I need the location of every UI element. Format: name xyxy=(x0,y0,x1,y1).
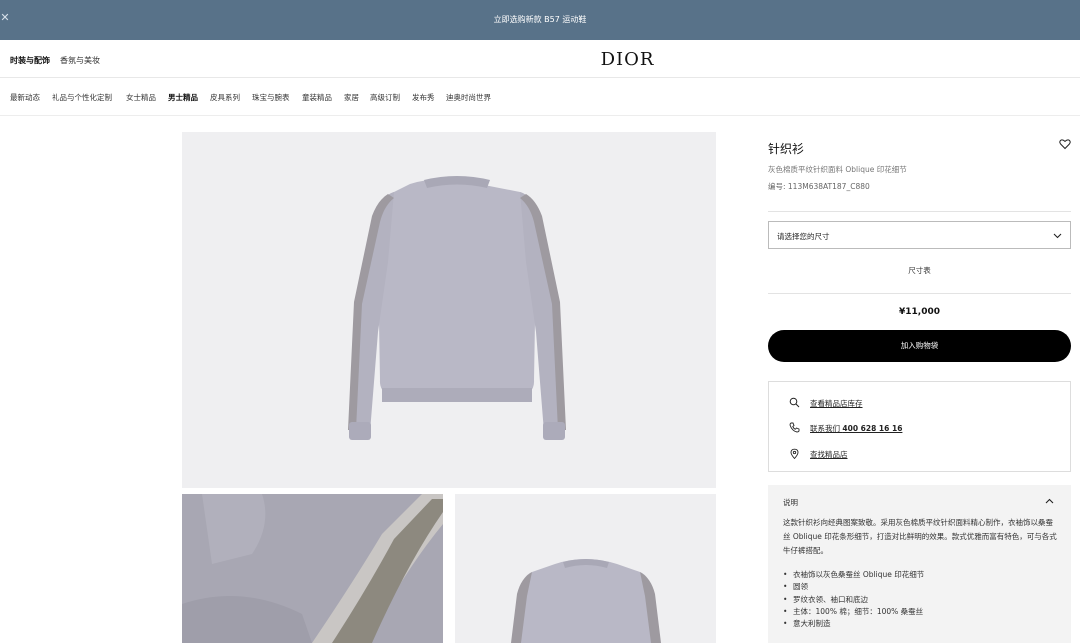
nav-item-women[interactable]: 女士精品 xyxy=(126,92,156,103)
nav-item-new[interactable]: 最新动态 xyxy=(10,92,40,103)
divider xyxy=(768,211,1071,212)
promo-text[interactable]: 立即选购新款 B57 运动鞋 xyxy=(0,14,1080,25)
list-item: 衣袖饰以灰色桑蚕丝 Oblique 印花细节 xyxy=(783,569,1058,582)
contact-us-link[interactable]: 联系我们 400 628 16 16 xyxy=(810,423,902,434)
chevron-down-icon xyxy=(1053,233,1062,239)
sweater-front-image xyxy=(348,176,566,440)
product-reference: 编号: 113M638AT187_C880 xyxy=(768,182,870,191)
phone-number[interactable]: 400 628 16 16 xyxy=(842,424,902,433)
site-header: 时装与配饰 香氛与美妆 DIOR xyxy=(0,40,1080,78)
sleeve-detail-image xyxy=(182,494,443,643)
nav-item-jewelry[interactable]: 珠宝与腕表 xyxy=(252,92,290,103)
heart-icon[interactable] xyxy=(1059,138,1071,150)
description-bullets: 衣袖饰以灰色桑蚕丝 Oblique 印花细节 圆领 罗纹衣领、袖口和底边 主体：… xyxy=(783,569,1058,631)
dior-logo[interactable]: DIOR xyxy=(0,49,1080,70)
description-title[interactable]: 说明 xyxy=(783,497,798,508)
list-item: 主体：100% 棉；细节：100% 桑蚕丝 xyxy=(783,606,1058,619)
nav-item-couture[interactable]: 高级订制 xyxy=(370,92,400,103)
chevron-up-icon[interactable] xyxy=(1045,497,1054,506)
description-panel: 说明 这款针织衫向经典图案致敬。采用灰色棉质平纹针织面料精心制作，衣袖饰以桑蚕丝… xyxy=(768,485,1071,643)
size-select-label: 请选择您的尺寸 xyxy=(777,232,830,241)
phone-icon xyxy=(789,422,800,433)
nav-item-men[interactable]: 男士精品 xyxy=(168,92,198,103)
nav-item-kids[interactable]: 童装精品 xyxy=(302,92,332,103)
product-price: ¥11,000 xyxy=(899,307,940,317)
location-pin-icon xyxy=(790,448,799,459)
check-store-stock-link[interactable]: 查看精品店库存 xyxy=(810,398,863,409)
nav-item-home[interactable]: 家居 xyxy=(344,92,359,103)
find-boutique-link[interactable]: 查找精品店 xyxy=(810,449,848,460)
product-image-detail[interactable] xyxy=(182,494,443,643)
sweater-back-image xyxy=(511,559,661,643)
nav-item-shows[interactable]: 发布秀 xyxy=(412,92,435,103)
divider xyxy=(768,293,1071,294)
product-image-back[interactable] xyxy=(455,494,716,643)
nav-item-leather[interactable]: 皮具系列 xyxy=(210,92,240,103)
search-icon xyxy=(789,397,800,408)
store-services-box: 查看精品店库存 联系我们 400 628 16 16 查找精品店 xyxy=(768,381,1071,472)
product-subtitle: 灰色棉质平纹针织面料 Oblique 印花细节 xyxy=(768,165,907,174)
promo-bar: ✕ 立即选购新款 B57 运动鞋 xyxy=(0,0,1080,40)
size-select[interactable]: 请选择您的尺寸 xyxy=(768,221,1071,249)
nav-item-gifts[interactable]: 礼品与个性化定制 xyxy=(52,92,112,103)
product-image-main[interactable] xyxy=(182,132,716,488)
size-guide-link[interactable]: 尺寸表 xyxy=(768,265,1071,276)
list-item: 意大利制造 xyxy=(783,618,1058,631)
product-title: 针织衫 xyxy=(768,142,805,156)
add-to-bag-button[interactable]: 加入购物袋 xyxy=(768,330,1071,362)
list-item: 罗纹衣领、袖口和底边 xyxy=(783,594,1058,607)
description-text: 这款针织衫向经典图案致敬。采用灰色棉质平纹针织面料精心制作，衣袖饰以桑蚕丝 Ob… xyxy=(783,518,1057,555)
list-item: 圆领 xyxy=(783,581,1058,594)
main-nav: 最新动态 礼品与个性化定制 女士精品 男士精品 皮具系列 珠宝与腕表 童装精品 … xyxy=(0,78,1080,116)
nav-item-world[interactable]: 迪奥时尚世界 xyxy=(446,92,491,103)
